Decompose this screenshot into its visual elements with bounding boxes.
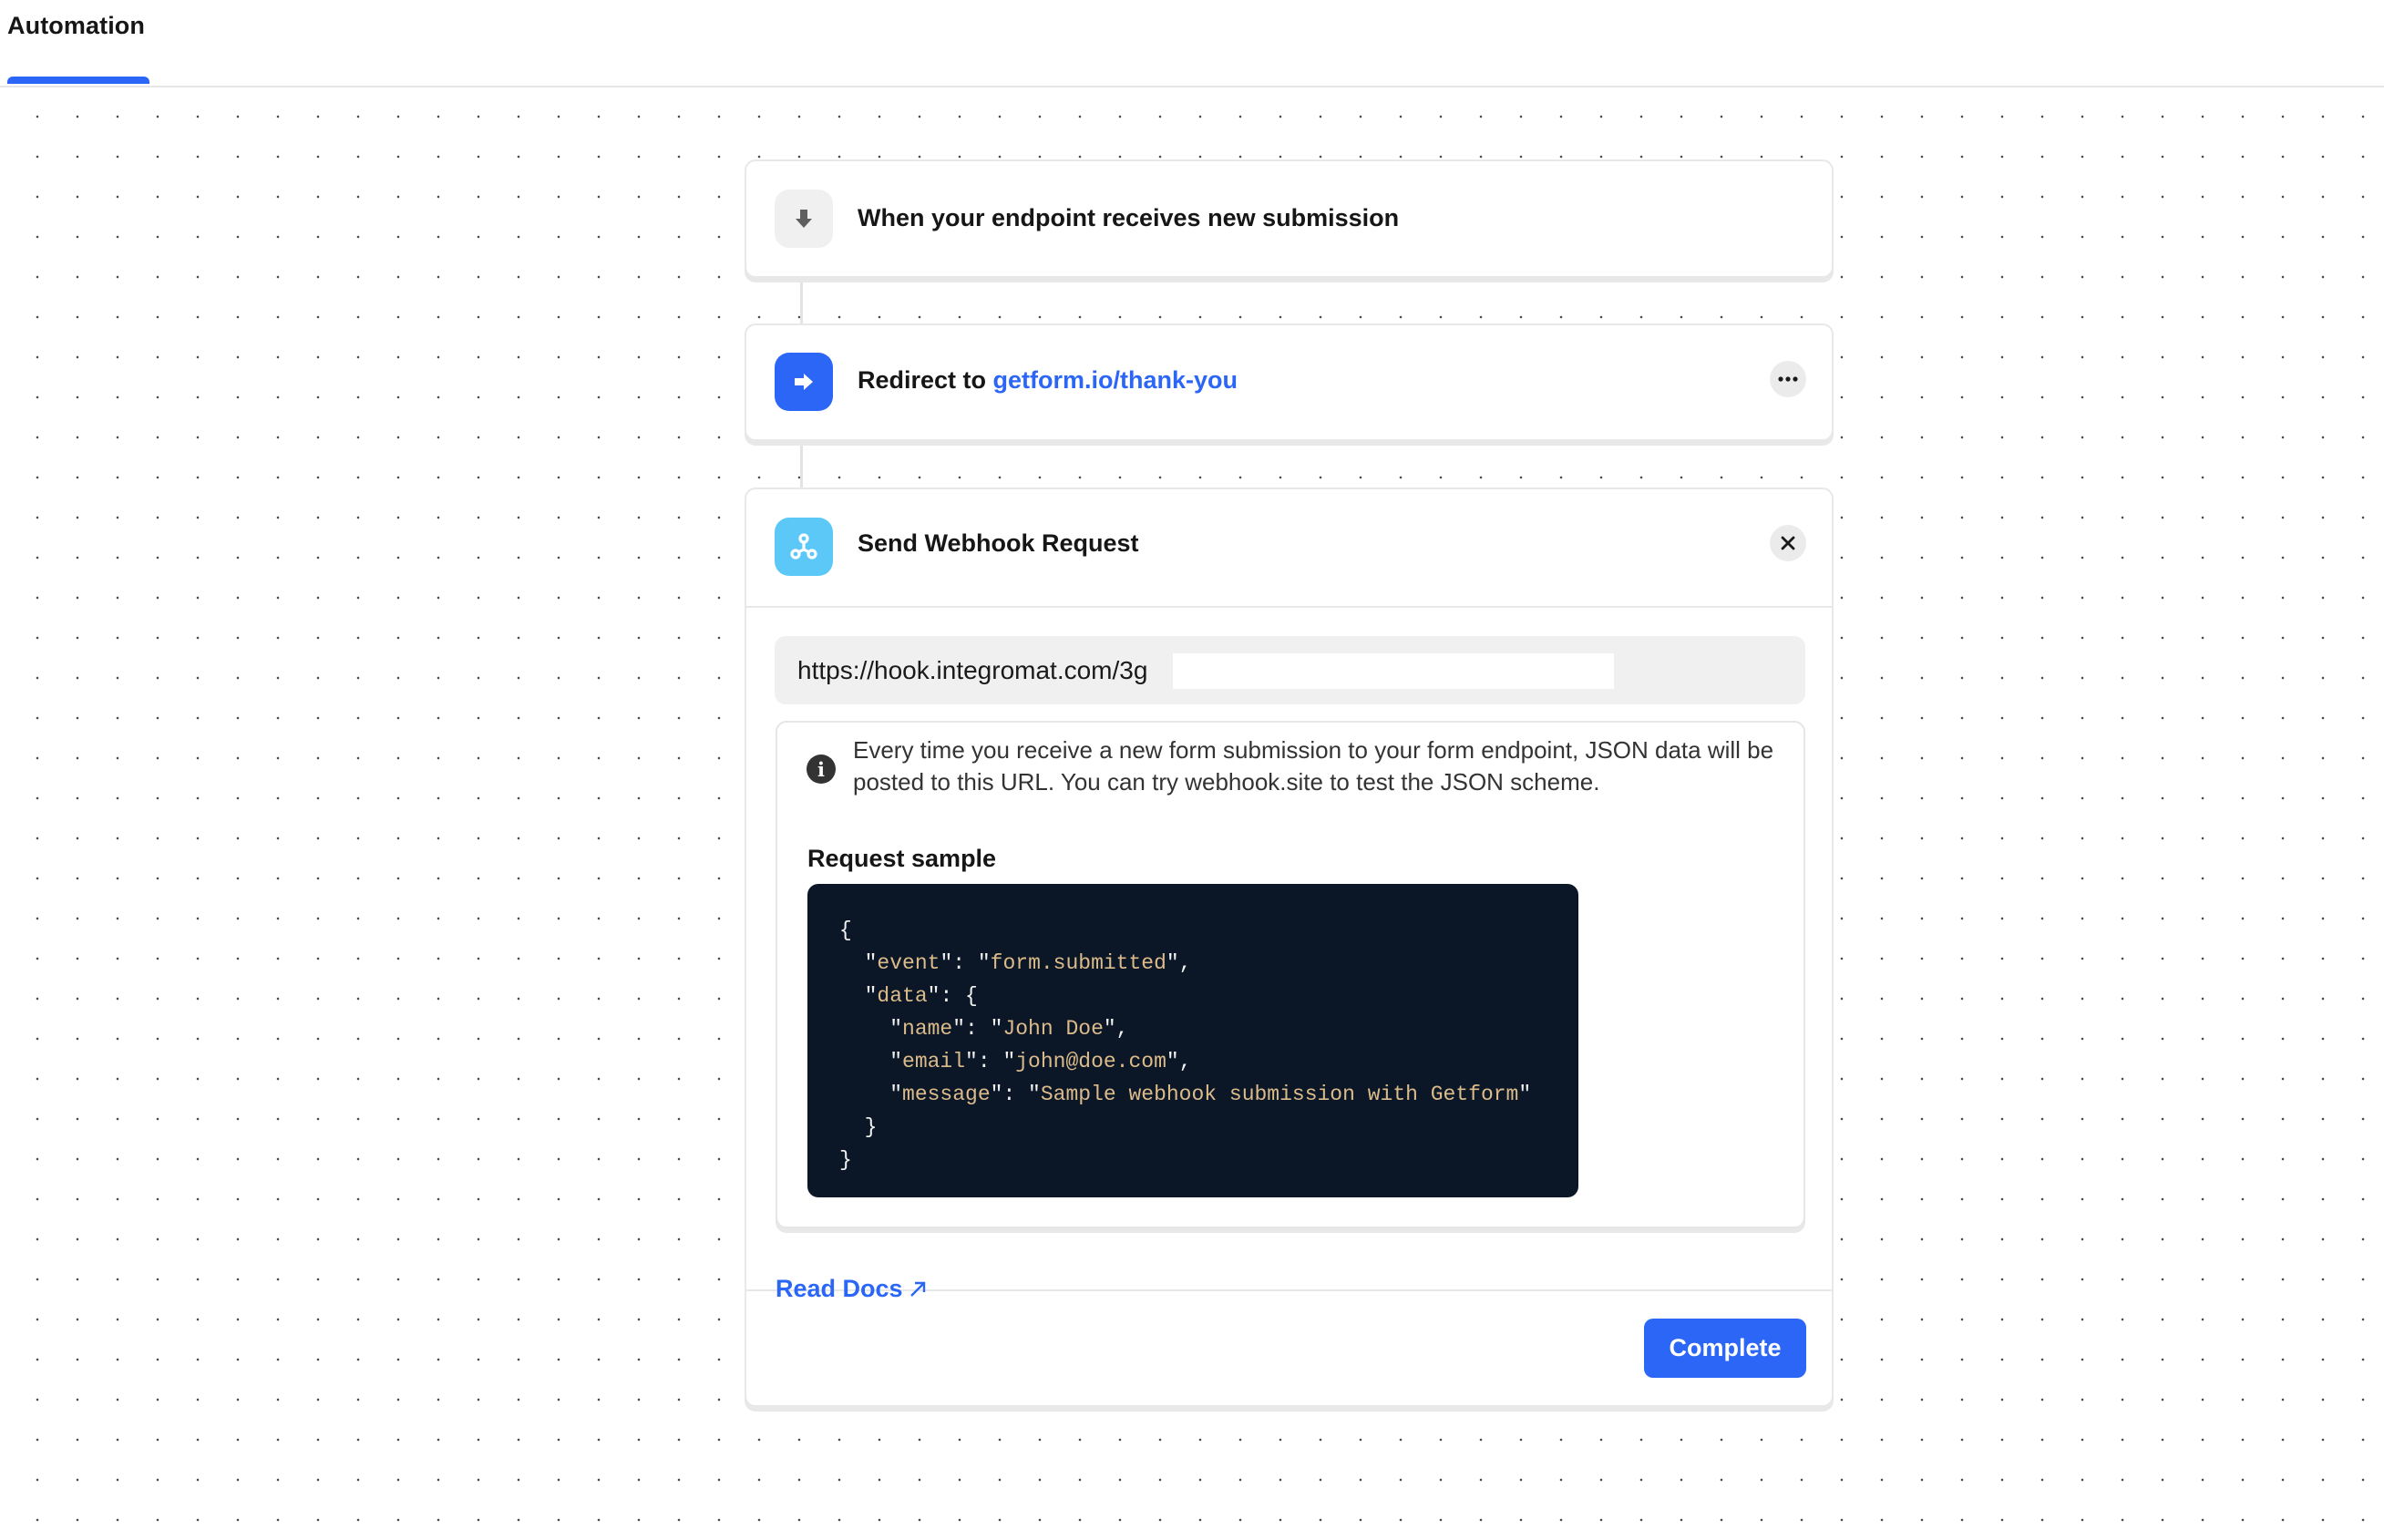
- code-string-token: john@doe.com: [1015, 1050, 1166, 1073]
- code-punctuation-token: ",: [1103, 1017, 1129, 1041]
- info-icon: i: [807, 755, 836, 784]
- webhook-icon: [775, 518, 833, 576]
- code-line: "message": "Sample webhook submission wi…: [839, 1078, 1578, 1111]
- read-docs-label: Read Docs: [776, 1275, 903, 1302]
- code-string-token: email: [902, 1050, 966, 1073]
- code-string-token: form.submitted: [990, 951, 1166, 975]
- redirect-url-link[interactable]: getform.io/thank-you: [993, 366, 1238, 394]
- code-punctuation-token: ": [839, 1050, 903, 1073]
- complete-button[interactable]: Complete: [1644, 1319, 1806, 1378]
- flow-connector: [800, 441, 803, 489]
- code-line: }: [839, 1144, 1578, 1176]
- webhook-step-card: Send Webhook Request https://hook.integr…: [745, 488, 1834, 1407]
- redacted-url-portion: [1173, 653, 1614, 689]
- code-string-token: data: [877, 984, 928, 1008]
- step-menu-button[interactable]: [1770, 361, 1806, 397]
- code-punctuation-token: {: [839, 919, 852, 942]
- code-string-token: name: [902, 1017, 953, 1041]
- code-punctuation-token: ",: [1166, 951, 1192, 975]
- tab-label: Automation: [7, 12, 145, 39]
- trigger-step-title: When your endpoint receives new submissi…: [858, 204, 1400, 231]
- code-string-token: Sample webhook submission with Getform: [1040, 1083, 1519, 1106]
- flow-connector: [800, 278, 803, 325]
- code-punctuation-token: ": {: [927, 984, 978, 1008]
- webhook-url-value: https://hook.integromat.com/3g: [797, 655, 1148, 684]
- info-text: Every time you receive a new form submis…: [853, 736, 1774, 796]
- code-punctuation-token: ": [1518, 1083, 1532, 1106]
- code-punctuation-token: ": [839, 1083, 903, 1106]
- active-tab-indicator: [7, 77, 149, 84]
- code-punctuation-token: ": ": [940, 951, 991, 975]
- redirect-step-title: Redirect to getform.io/thank-you: [858, 366, 1238, 395]
- request-sample-label: Request sample: [807, 845, 997, 872]
- code-punctuation-token: ": ": [965, 1050, 1016, 1073]
- code-punctuation-token: }: [839, 1148, 852, 1172]
- code-punctuation-token: ": [839, 951, 878, 975]
- trigger-step-card[interactable]: When your endpoint receives new submissi…: [745, 159, 1834, 278]
- code-punctuation-token: ": [839, 1017, 903, 1041]
- close-step-button[interactable]: [1770, 525, 1806, 561]
- code-punctuation-token: ",: [1166, 1050, 1192, 1073]
- webhook-step-title: Send Webhook Request: [858, 529, 1139, 557]
- code-string-token: John Doe: [1002, 1017, 1104, 1041]
- webhook-url-input[interactable]: https://hook.integromat.com/3g: [775, 636, 1805, 704]
- redirect-step-card[interactable]: Redirect to getform.io/thank-you: [745, 323, 1834, 441]
- code-punctuation-token: ": ": [990, 1083, 1041, 1106]
- close-icon: [1781, 536, 1795, 550]
- header-divider: [746, 606, 1832, 608]
- code-line: "email": "john@doe.com",: [839, 1045, 1578, 1078]
- code-line: "data": {: [839, 980, 1578, 1012]
- code-line: "event": "form.submitted",: [839, 947, 1578, 980]
- code-string-token: message: [902, 1083, 991, 1106]
- tab-bar: Automation: [0, 0, 2384, 87]
- code-string-token: event: [877, 951, 940, 975]
- code-punctuation-token: }: [839, 1115, 878, 1139]
- code-line: {: [839, 914, 1578, 947]
- code-punctuation-token: ": ": [952, 1017, 1003, 1041]
- more-horizontal-icon: [1778, 376, 1798, 382]
- webhook-info-panel: i Every time you receive a new form subm…: [776, 721, 1805, 1228]
- external-link-arrow-icon: [909, 1281, 925, 1297]
- code-line: "name": "John Doe",: [839, 1012, 1578, 1045]
- arrow-down-icon: [775, 190, 833, 248]
- code-line: }: [839, 1111, 1578, 1144]
- code-punctuation-token: ": [839, 984, 878, 1008]
- request-sample-code: { "event": "form.submitted", "data": { "…: [807, 884, 1578, 1197]
- read-docs-link[interactable]: Read Docs: [776, 1275, 927, 1303]
- arrow-right-icon: [775, 353, 833, 411]
- redirect-prefix: Redirect to: [858, 366, 987, 394]
